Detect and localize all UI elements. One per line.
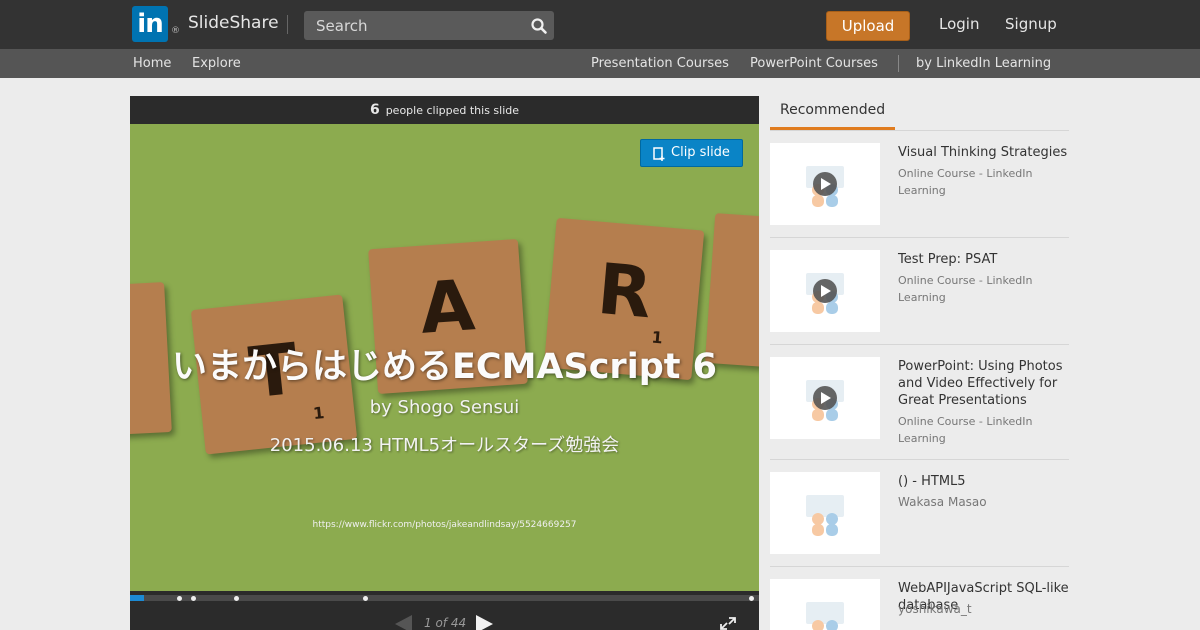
clip-count-text: people clipped this slide xyxy=(385,104,520,117)
nav-explore[interactable]: Explore xyxy=(192,56,241,71)
slide-controls: 1 of 44 xyxy=(130,605,759,630)
tab-divider xyxy=(770,130,1069,131)
slide-author: by Shogo Sensui xyxy=(369,397,520,418)
search-input[interactable] xyxy=(304,11,524,40)
top-header: in ® SlideShare Upload Login Signup xyxy=(0,0,1200,49)
recommended-thumbnail[interactable] xyxy=(770,579,880,630)
nav-powerpoint-courses[interactable]: PowerPoint Courses xyxy=(750,56,878,71)
fullscreen-icon[interactable] xyxy=(720,617,736,630)
recommended-subtitle: Wakasa Masao xyxy=(898,495,987,509)
nav-divider xyxy=(898,55,899,72)
recommended-subtitle: Online Course - LinkedIn Learning xyxy=(898,167,1033,197)
slideshare-placeholder-icon xyxy=(806,380,844,421)
search-box xyxy=(304,11,554,40)
recommended-thumbnail[interactable] xyxy=(770,472,880,554)
recommended-subtitle: Online Course - LinkedIn Learning xyxy=(898,415,1033,445)
progress-marker[interactable] xyxy=(363,596,368,601)
progress-marker[interactable] xyxy=(177,596,182,601)
upload-button[interactable]: Upload xyxy=(826,11,910,41)
recommended-subtitle: yoshikawa_t xyxy=(898,602,972,616)
recommended-title[interactable]: PowerPoint: Using Photos and Video Effec… xyxy=(898,358,1070,409)
registered-mark: ® xyxy=(171,26,180,36)
slide-title: いまからはじめるECMAScript 6 xyxy=(171,347,718,387)
nav-linkedin-learning[interactable]: by LinkedIn Learning xyxy=(916,56,1051,71)
nav-presentation-courses[interactable]: Presentation Courses xyxy=(591,56,729,71)
slide-photo-credit: https://www.flickr.com/photos/jakeandlin… xyxy=(312,520,577,530)
recommended-title[interactable]: Test Prep: PSAT xyxy=(898,251,1070,268)
next-slide-icon[interactable] xyxy=(476,615,493,630)
recommended-thumbnail[interactable] xyxy=(770,143,880,225)
recommended-divider xyxy=(770,237,1069,238)
slide-counter: 1 of 44 xyxy=(424,616,467,630)
clip-slide-button[interactable]: Clip slide xyxy=(640,139,743,167)
slideshare-placeholder-icon xyxy=(806,495,844,536)
login-link[interactable]: Login xyxy=(939,15,979,33)
slideshare-placeholder-icon xyxy=(806,602,844,630)
progress-marker[interactable] xyxy=(234,596,239,601)
slide-event: 2015.06.13 HTML5オールスターズ勉強会 xyxy=(269,435,620,456)
slide-image[interactable]: T 1 A R 1 いまからはじめるECMAScript 6 by Shogo … xyxy=(130,124,759,591)
progress-marker[interactable] xyxy=(749,596,754,601)
slideshare-placeholder-icon xyxy=(806,166,844,207)
progress-fill xyxy=(130,595,144,601)
clip-icon xyxy=(653,147,665,161)
header-divider xyxy=(287,15,288,34)
recommended-subtitle: Online Course - LinkedIn Learning xyxy=(898,274,1033,304)
linkedin-logo-icon[interactable]: in xyxy=(132,6,168,42)
slide-progress-bar[interactable] xyxy=(130,595,759,601)
recommended-title[interactable]: Visual Thinking Strategies xyxy=(898,144,1070,161)
tab-recommended[interactable]: Recommended xyxy=(780,102,885,118)
slide-player: 6 people clipped this slide T 1 A R 1 いまか… xyxy=(130,96,759,630)
recommended-thumbnail[interactable] xyxy=(770,357,880,439)
nav-home[interactable]: Home xyxy=(133,56,171,71)
recommended-divider xyxy=(770,459,1069,460)
brand-name[interactable]: SlideShare xyxy=(188,13,279,33)
search-icon[interactable] xyxy=(530,17,548,35)
slideshare-placeholder-icon xyxy=(806,273,844,314)
clip-slide-label: Clip slide xyxy=(671,145,730,160)
signup-link[interactable]: Signup xyxy=(1005,15,1057,33)
tile-letter: R xyxy=(594,247,656,335)
recommended-divider xyxy=(770,566,1069,567)
recommended-thumbnail[interactable] xyxy=(770,250,880,332)
clip-count-bar: 6 people clipped this slide xyxy=(130,96,759,124)
clip-count: 6 xyxy=(369,102,380,118)
previous-slide-icon[interactable] xyxy=(395,615,412,630)
secondary-nav: Home Explore Presentation Courses PowerP… xyxy=(0,49,1200,78)
recommended-title[interactable]: () - HTML5 xyxy=(898,473,1070,490)
progress-marker[interactable] xyxy=(191,596,196,601)
recommended-divider xyxy=(770,344,1069,345)
